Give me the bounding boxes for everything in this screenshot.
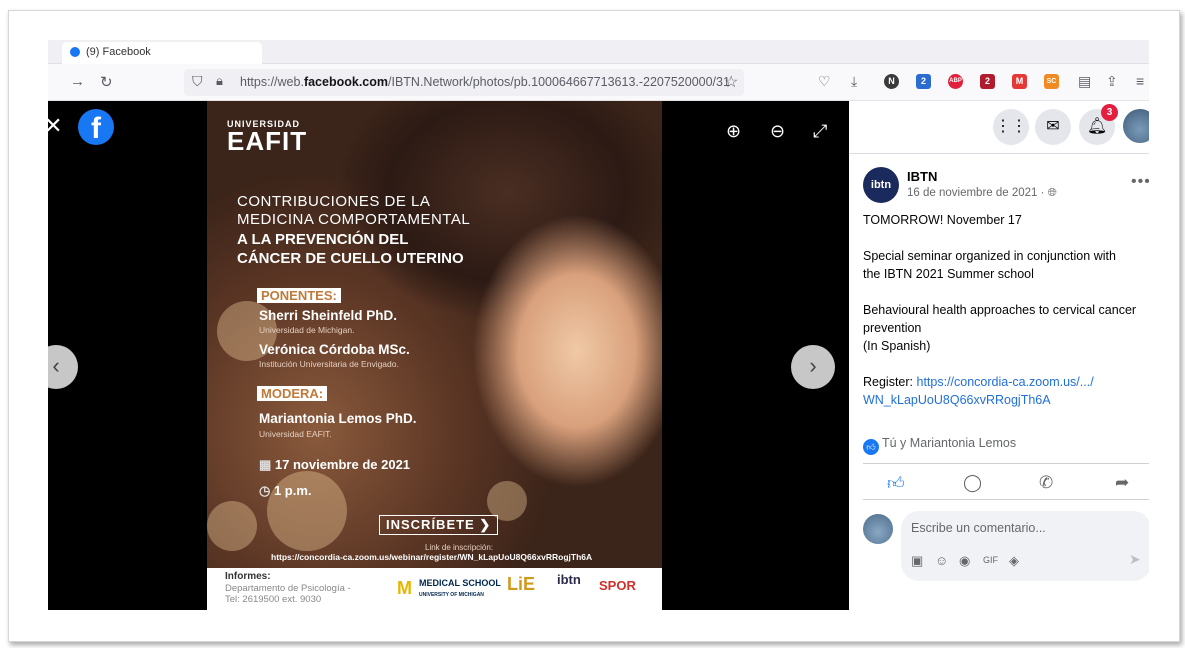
tab-title: (9) Facebook <box>86 46 151 58</box>
commenter-avatar <box>863 514 893 544</box>
zoom-out-icon[interactable]: ⊖ <box>770 121 785 142</box>
register-button: INSCRÍBETE ❯ <box>379 515 499 535</box>
close-icon[interactable]: ✕ <box>48 113 62 139</box>
speaker-name: Verónica Córdoba MSc. <box>259 342 410 357</box>
speaker-name: Sherri Sheinfeld PhD. <box>259 308 398 323</box>
share-icon[interactable]: ⇪ <box>1106 73 1118 90</box>
send-icon[interactable]: ➤ <box>1129 551 1141 568</box>
event-poster-image: UNIVERSIDAD EAFIT CONTRIBUCIONES DE LA M… <box>207 101 662 610</box>
ibtn-logo: ibtn <box>557 572 581 587</box>
comment-placeholder: Escribe un comentario... <box>911 521 1046 535</box>
divider <box>863 463 1149 464</box>
fullscreen-icon[interactable]: ⤢ <box>813 121 827 142</box>
like-icon[interactable]: 👍︎ <box>887 473 905 494</box>
url-bar[interactable]: ⛉ 🔒︎ https://web.facebook.com/IBTN.Netwo… <box>184 69 744 96</box>
spor-logo: SPOR <box>599 578 636 593</box>
comment-icon[interactable]: ◯ <box>963 473 982 493</box>
medical-school-logo: MEDICAL SCHOOL UNIVERSITY OF MICHIGAN <box>419 578 501 598</box>
extension-shield-icon[interactable]: 2 <box>980 74 995 89</box>
gif-icon[interactable]: GIF <box>983 555 998 565</box>
extension-sc-icon[interactable]: SC <box>1044 74 1059 89</box>
event-time: ◷ 1 p.m. <box>259 483 312 498</box>
pocket-icon[interactable]: ♡ <box>818 73 831 90</box>
moderator-tag: MODERA: <box>257 386 328 401</box>
reactions-summary[interactable]: 👍︎ Tú y Mariantonia Lemos <box>863 436 1016 455</box>
moderator-name: Mariantonia Lemos PhD. <box>259 411 417 426</box>
poster-title-line: MEDICINA COMPORTAMENTAL <box>237 211 471 228</box>
calendar-icon: ▦ <box>259 457 275 472</box>
browser-tab[interactable]: (9) Facebook <box>62 42 262 64</box>
account-avatar[interactable] <box>1123 109 1149 143</box>
extension-m-icon[interactable]: M <box>1012 74 1027 89</box>
page-name[interactable]: IBTN <box>907 169 937 184</box>
poster-footer: Informes: Departamento de Psicología - Te… <box>207 568 662 610</box>
adblock-icon[interactable]: ABP <box>948 74 963 89</box>
camera-icon[interactable]: ◉ <box>959 553 970 569</box>
speaker-affiliation: Institución Universitaria de Envigado. <box>259 359 399 369</box>
forward-icon[interactable]: → <box>70 73 85 90</box>
share-arrow-icon[interactable]: ➦ <box>1115 473 1129 493</box>
emoji-icon[interactable]: ☺ <box>935 553 948 568</box>
browser-window: (9) Facebook → ↻ ⛉ 🔒︎ https://web.facebo… <box>48 40 1149 610</box>
menu-grid-icon[interactable]: ⋮⋮ <box>993 109 1029 145</box>
zoom-in-icon[interactable]: ⊕ <box>726 121 741 142</box>
shield-icon[interactable]: ⛉ <box>192 73 203 90</box>
moderator-affiliation: Universidad EAFIT. <box>259 429 332 439</box>
register-link[interactable]: https://concordia-ca.zoom.us/.../ <box>917 375 1094 389</box>
poster-title-line: CONTRIBUCIONES DE LA <box>237 193 431 210</box>
bookmark-star-icon[interactable]: ☆ <box>724 72 738 92</box>
like-reaction-icon: 👍︎ <box>863 439 879 455</box>
whatsapp-icon[interactable]: ✆ <box>1039 473 1053 493</box>
speaker-affiliation: Universidad de Michigan. <box>259 325 355 335</box>
clock-icon: ◷ <box>259 483 274 498</box>
messenger-icon[interactable]: ✉ <box>1035 109 1071 145</box>
facebook-logo-icon[interactable]: f <box>78 109 114 145</box>
michigan-logo: M <box>397 578 412 598</box>
post-text: TOMORROW! November 17 Special seminar or… <box>863 213 1137 407</box>
divider <box>863 499 1149 500</box>
comment-input[interactable]: Escribe un comentario... ▣ ☺ ◉ GIF ◈ ➤ <box>901 511 1149 581</box>
globe-icon: 🌐︎ <box>1047 187 1057 199</box>
menu-icon[interactable]: ≡ <box>1136 73 1144 89</box>
extension-badge-icon[interactable]: 2 <box>916 74 931 89</box>
notification-count-badge: 3 <box>1101 104 1118 121</box>
more-options-icon[interactable]: ••• <box>1131 173 1149 191</box>
poster-title-line: A LA PREVENCIÓN DEL <box>237 231 409 248</box>
download-icon[interactable]: ⤓ <box>851 73 857 90</box>
sticker-icon[interactable]: ◈ <box>1009 553 1019 569</box>
page-avatar[interactable]: ibtn <box>863 167 899 203</box>
reload-icon[interactable]: ↻ <box>100 73 113 91</box>
link-label: Link de inscripción: <box>425 543 494 552</box>
register-link-continued[interactable]: WN_kLapUoU8Q66xvRRogjTh6A <box>863 393 1051 407</box>
eafit-logo: UNIVERSIDAD EAFIT <box>227 119 308 156</box>
lie-logo: LiE <box>507 574 536 594</box>
extension-n-icon[interactable]: N <box>884 74 899 89</box>
post-timestamp[interactable]: 16 de noviembre de 2021 · 🌐︎ <box>907 187 1057 200</box>
tab-strip: (9) Facebook <box>48 40 1149 64</box>
avatar-sticker-icon[interactable]: ▣ <box>911 553 923 569</box>
navigation-bar: → ↻ ⛉ 🔒︎ https://web.facebook.com/IBTN.N… <box>48 64 1149 101</box>
previous-photo-button[interactable]: ‹ <box>48 345 78 389</box>
url-text: https://web.facebook.com/IBTN.Network/ph… <box>240 75 730 89</box>
divider <box>849 153 1149 154</box>
photo-viewer: ✕ f ⊕ ⊖ ⤢ ‹ › UNIVERSIDAD EAFIT CONTRIBU… <box>48 101 849 610</box>
event-date: ▦ 17 noviembre de 2021 <box>259 457 411 472</box>
next-photo-button[interactable]: › <box>791 345 835 389</box>
poster-title-line: CÁNCER DE CUELLO UTERINO <box>237 250 464 267</box>
speakers-tag: PONENTES: <box>257 288 341 303</box>
facebook-favicon-icon <box>70 47 80 58</box>
lock-icon[interactable]: 🔒︎ <box>216 73 223 89</box>
post-panel: ⋮⋮ ✉ 🔔︎ 3 ibtn IBTN 16 de noviembre de 2… <box>849 101 1149 610</box>
reader-icon[interactable]: ▤ <box>1078 73 1091 90</box>
registration-link: https://concordia-ca.zoom.us/webinar/reg… <box>271 552 593 562</box>
